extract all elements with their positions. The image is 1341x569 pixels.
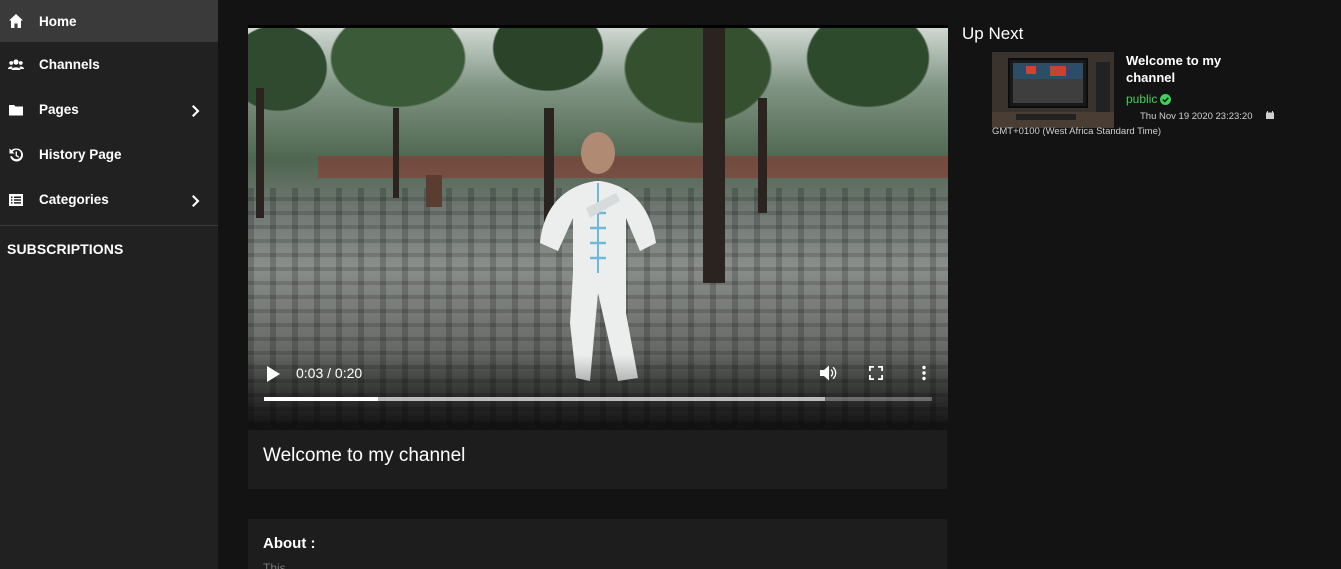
users-icon	[8, 57, 24, 73]
more-options-icon[interactable]	[920, 365, 928, 381]
home-icon	[8, 13, 24, 29]
sidebar-item-label: Pages	[39, 102, 79, 117]
volume-icon[interactable]	[819, 364, 837, 382]
history-icon	[8, 147, 24, 163]
time-display: 0:03 / 0:20	[296, 365, 363, 381]
sidebar-item-history[interactable]: History Page	[0, 132, 218, 177]
up-next-title[interactable]: Welcome to my channel	[1126, 52, 1266, 86]
subscriptions-heading: SUBSCRIPTIONS	[7, 241, 124, 257]
up-next-date-text: Thu Nov 19 2020 23:23:20 GMT+0100 (West …	[992, 111, 1253, 137]
up-next-heading: Up Next	[962, 24, 1024, 43]
play-button[interactable]	[266, 366, 280, 382]
sidebar-item-label: Home	[39, 13, 77, 29]
sidebar-item-label: History Page	[39, 147, 122, 162]
sidebar-item-pages[interactable]: Pages	[0, 87, 218, 132]
folder-icon	[8, 102, 24, 118]
video-title: Welcome to my channel	[263, 445, 466, 466]
video-player[interactable]: 0:03 / 0:20	[248, 25, 948, 425]
list-icon	[8, 192, 24, 208]
status-badge: public	[1126, 92, 1172, 106]
check-circle-icon	[1160, 93, 1172, 105]
calendar-icon	[1129, 109, 1274, 119]
about-card: About : This ...	[248, 519, 947, 569]
sidebar-item-label: Channels	[39, 57, 100, 72]
progress-bar[interactable]	[264, 397, 932, 401]
about-text: This ...	[263, 561, 300, 569]
sidebar: Home Channels Pages History Page Categor…	[0, 0, 218, 569]
fullscreen-icon[interactable]	[869, 366, 883, 380]
sidebar-item-home[interactable]: Home	[0, 0, 218, 42]
video-title-card: Welcome to my channel	[248, 430, 947, 489]
status-label: public	[1126, 92, 1158, 106]
up-next-date: Thu Nov 19 2020 23:23:20 GMT+0100 (West …	[992, 109, 1292, 139]
chevron-right-icon	[192, 194, 200, 207]
sidebar-item-label: Categories	[39, 192, 109, 207]
chevron-right-icon	[192, 104, 200, 117]
about-heading: About :	[263, 535, 316, 552]
sidebar-item-categories[interactable]: Categories	[0, 177, 218, 222]
sidebar-item-channels[interactable]: Channels	[0, 42, 218, 87]
progress-played	[264, 397, 378, 401]
